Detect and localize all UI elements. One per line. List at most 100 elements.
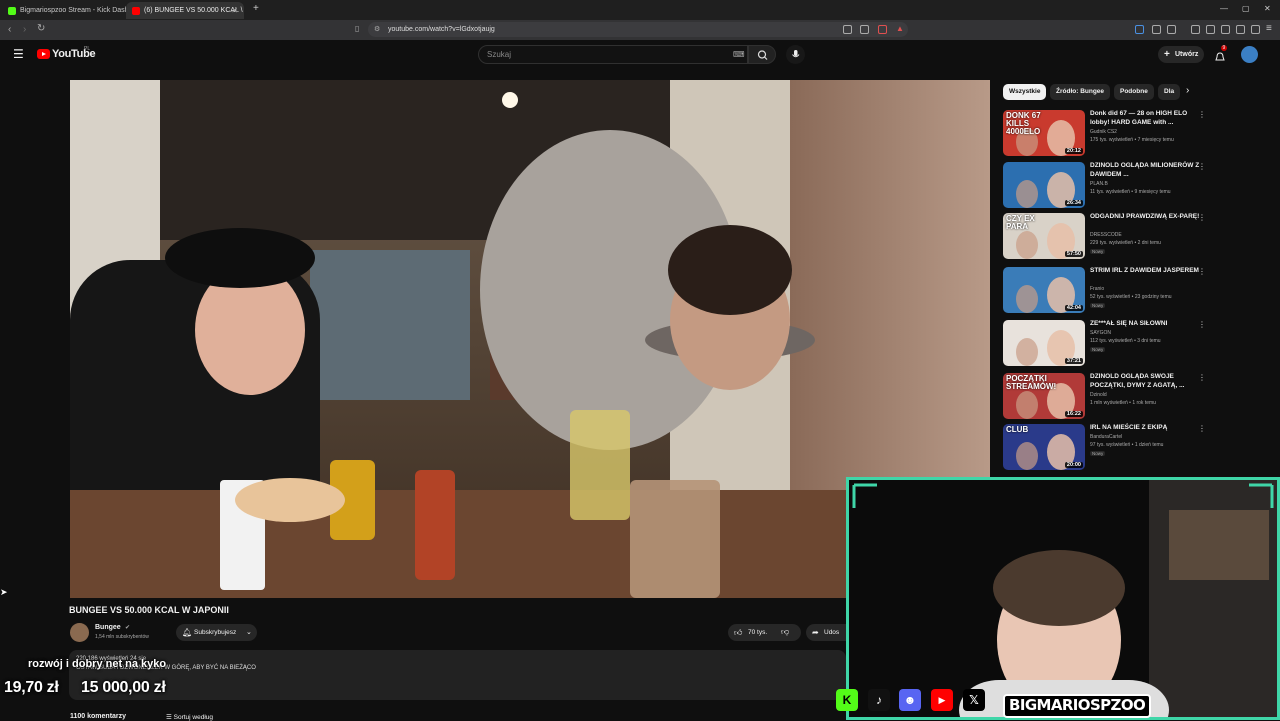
chip-related[interactable]: Podobne: [1114, 84, 1154, 100]
create-button[interactable]: Utwórz: [1158, 46, 1204, 63]
recommended-video[interactable]: 42:04 STRIM IRL Z DAWIDEM JASPEREM Franio 5…: [1003, 267, 1208, 317]
tab-label: Bigmariospzoo Stream - Kick Dashbo: [20, 7, 137, 14]
like-count: 70 tys.: [748, 629, 768, 636]
more-options-icon[interactable]: ⋮: [1198, 424, 1206, 433]
webcam-feed: [849, 480, 1277, 717]
bookmark-icon[interactable]: ▯: [355, 24, 359, 33]
share-page-icon[interactable]: [860, 25, 869, 34]
video-title[interactable]: DZINOLD OGLĄDA SWOJE POCZĄTKI, DYMY Z AG…: [1090, 373, 1200, 390]
country-code: PL: [84, 46, 91, 52]
minimize-icon[interactable]: —: [1220, 4, 1228, 13]
channel-name[interactable]: DRESSCODE: [1090, 232, 1122, 238]
extension-icon[interactable]: [1221, 25, 1230, 34]
brave-shield-icon[interactable]: [878, 25, 887, 34]
tab-kick-dashboard[interactable]: Bigmariospzoo Stream - Kick Dashbo: [2, 2, 142, 19]
bell-icon: [1215, 52, 1225, 61]
cast-icon[interactable]: [843, 25, 852, 34]
video-title[interactable]: ODGADNIJ PRAWDZIWĄ EX-PARĘ!: [1090, 213, 1200, 222]
tab-youtube-video[interactable]: (6) BUNGEE VS 50.000 KCAL \ ✕: [126, 2, 244, 19]
like-button[interactable]: 👍︎ 70 tys. 👎︎: [728, 624, 801, 641]
channel-name[interactable]: SAYGON: [1090, 330, 1111, 336]
video-meta: 229 tys. wyświetleń • 2 dni temu: [1090, 240, 1161, 246]
account-avatar[interactable]: [1241, 46, 1258, 63]
channel-name[interactable]: Franio: [1090, 286, 1104, 292]
share-button[interactable]: ➦ Udos: [806, 624, 846, 641]
extension-icon[interactable]: [1152, 25, 1161, 34]
video-thumbnail[interactable]: CLUB 20:00: [1003, 424, 1085, 470]
chevron-down-icon: ⌄: [246, 629, 252, 636]
extension-icon[interactable]: [1191, 25, 1200, 34]
channel-avatar[interactable]: [70, 623, 89, 642]
channel-name[interactable]: Gudnik CS2: [1090, 129, 1117, 135]
reload-icon[interactable]: ↻: [37, 23, 45, 34]
channel-name[interactable]: Dzinold: [1090, 392, 1107, 398]
video-duration: 42:04: [1064, 305, 1083, 311]
subscribe-button[interactable]: 🔔︎ Subskrybujesz ⌄: [176, 624, 257, 641]
chevron-right-icon[interactable]: ›: [1186, 85, 1189, 96]
video-thumbnail[interactable]: DONK 67 KILLS 4000ELO 20:12: [1003, 110, 1085, 156]
recommended-video[interactable]: DONK 67 KILLS 4000ELO 20:12 Donk did 67 — …: [1003, 110, 1208, 160]
video-thumbnail[interactable]: 26:34: [1003, 162, 1085, 208]
voice-search-button[interactable]: [786, 45, 805, 64]
chip-from-channel[interactable]: Źródło: Bungee: [1050, 84, 1111, 100]
forward-icon[interactable]: ›: [23, 24, 26, 35]
video-title[interactable]: DZINOLD OGLĄDA MILIONERÓW Z DAWIDEM ...: [1090, 162, 1200, 179]
description-box[interactable]: [69, 650, 846, 700]
extension-icon[interactable]: [1206, 25, 1215, 34]
more-options-icon[interactable]: ⋮: [1198, 162, 1206, 171]
video-thumbnail[interactable]: 42:04: [1003, 267, 1085, 313]
more-options-icon[interactable]: ⋮: [1198, 320, 1206, 329]
video-title[interactable]: IRL NA MIEŚCIE Z EKIPĄ: [1090, 424, 1200, 433]
youtube-logo-icon[interactable]: [37, 49, 50, 59]
rewards-icon[interactable]: ▲: [896, 24, 904, 33]
more-options-icon[interactable]: ⋮: [1198, 110, 1206, 119]
video-title[interactable]: ZE***AŁ SIĘ NA SIŁOWNI: [1090, 320, 1200, 329]
more-options-icon[interactable]: ⋮: [1198, 267, 1206, 276]
channel-name[interactable]: BandurаCartel: [1090, 434, 1122, 440]
more-options-icon[interactable]: ⋮: [1198, 373, 1206, 382]
extension-icon[interactable]: [1167, 25, 1176, 34]
url-bar[interactable]: ⚙ youtube.com/watch?v=lGdxotjaujg: [368, 22, 908, 37]
search-placeholder: Szukaj: [487, 50, 512, 59]
search-input[interactable]: Szukaj ⌨: [478, 45, 748, 64]
video-thumbnail[interactable]: POCZĄTKI STREAMÓW! 16:22: [1003, 373, 1085, 419]
bell-icon: 🔔︎: [182, 628, 193, 637]
share-icon: ➦: [812, 628, 819, 637]
channel-name[interactable]: Bungee: [95, 624, 121, 631]
video-thumbnail[interactable]: CZY EX PARA 57:50: [1003, 213, 1085, 259]
back-icon[interactable]: ‹: [8, 24, 11, 35]
recommended-video[interactable]: 26:34 DZINOLD OGLĄDA MILIONERÓW Z DAWIDEM…: [1003, 162, 1208, 212]
video-title[interactable]: STRIM IRL Z DAWIDEM JASPEREM: [1090, 267, 1200, 276]
video-thumbnail[interactable]: 37:21: [1003, 320, 1085, 366]
subscribe-label: Subskrybujesz: [194, 629, 237, 636]
webcam-overlay: [846, 477, 1280, 720]
chip-for-you[interactable]: Dla: [1158, 84, 1180, 100]
extension-icon[interactable]: [1236, 25, 1245, 34]
recommended-video[interactable]: POCZĄTKI STREAMÓW! 16:22 DZINOLD OGLĄDA SW…: [1003, 373, 1208, 423]
extension-icon[interactable]: [1251, 25, 1260, 34]
video-title[interactable]: Donk did 67 — 28 on HIGH ELO lobby! HARD…: [1090, 110, 1200, 127]
extension-icon[interactable]: [1135, 25, 1144, 34]
maximize-icon[interactable]: ▢: [1242, 4, 1250, 13]
donation-goal-label: rozwój i dobry net na kyko: [28, 658, 167, 670]
chip-all[interactable]: Wszystkie: [1003, 84, 1047, 100]
channel-name[interactable]: PLAN.B: [1090, 181, 1108, 187]
search-button[interactable]: [748, 45, 776, 64]
hamburger-menu-icon[interactable]: ☰: [13, 47, 24, 61]
thumbs-down-icon[interactable]: 👎︎: [781, 623, 789, 640]
new-tab-button[interactable]: +: [253, 3, 259, 14]
notifications-button[interactable]: 9: [1215, 45, 1227, 61]
recommended-video[interactable]: 37:21 ZE***AŁ SIĘ NA SIŁOWNI SAYGON 112 tys…: [1003, 320, 1208, 370]
close-window-icon[interactable]: ✕: [1264, 4, 1271, 13]
site-info-icon[interactable]: ⚙: [374, 22, 380, 37]
kick-favicon-icon: [8, 6, 16, 15]
thumbnail-text: CLUB: [1006, 425, 1029, 434]
browser-menu-icon[interactable]: ≡: [1266, 23, 1272, 34]
recommended-video[interactable]: CZY EX PARA 57:50 ODGADNIJ PRAWDZIWĄ EX-PA…: [1003, 213, 1208, 263]
keyboard-icon[interactable]: ⌨: [733, 46, 745, 63]
video-meta: 11 tys. wyświetleń • 9 miesięcy temu: [1090, 189, 1171, 195]
close-tab-icon[interactable]: ✕: [231, 6, 238, 15]
more-options-icon[interactable]: ⋮: [1198, 213, 1206, 222]
video-meta: 112 tys. wyświetleń • 3 dni temu: [1090, 338, 1161, 344]
recommended-video[interactable]: CLUB 20:00 IRL NA MIEŚCIE Z EKIPĄ BandurаCa…: [1003, 424, 1208, 474]
